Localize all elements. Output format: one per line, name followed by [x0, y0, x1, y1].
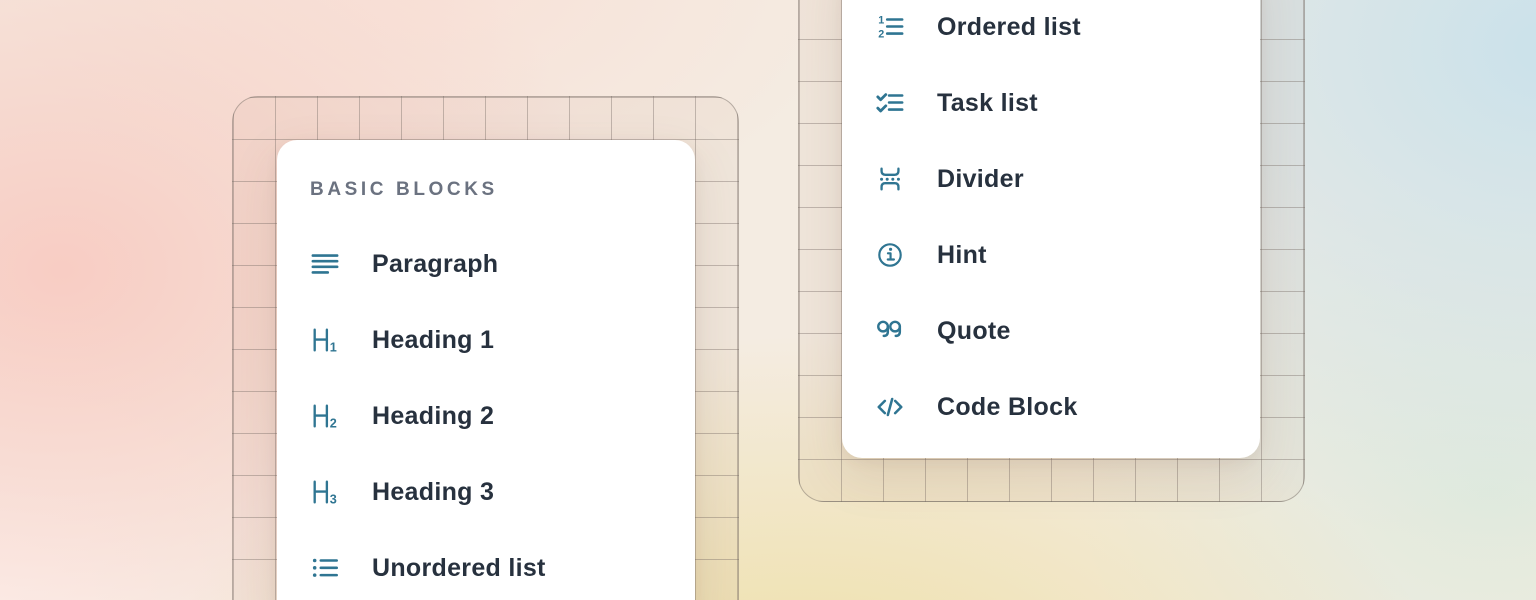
heading-1-icon: 1 — [310, 325, 340, 355]
unordered-list-icon — [310, 553, 340, 583]
menu-item-label: Divider — [937, 165, 1024, 194]
paragraph-icon — [310, 249, 340, 279]
menu-item-label: Task list — [937, 89, 1038, 118]
hint-icon — [875, 240, 905, 270]
menu-item-hint[interactable]: Hint — [875, 217, 1227, 293]
menu-item-label: Paragraph — [372, 250, 498, 279]
menu-item-label: Heading 2 — [372, 402, 494, 431]
heading-3-icon: 3 — [310, 477, 340, 507]
basic-blocks-item-list: Paragraph 1 Heading 1 2 Heading 2 3 Heading 3 U… — [310, 226, 662, 600]
menu-item-label: Ordered list — [937, 13, 1081, 42]
menu-item-task-list[interactable]: Task list — [875, 65, 1227, 141]
menu-item-heading-3[interactable]: 3 Heading 3 — [310, 454, 662, 530]
menu-item-label: Hint — [937, 241, 987, 270]
menu-item-unordered-list[interactable]: Unordered list — [310, 530, 662, 600]
menu-item-label: Quote — [937, 317, 1011, 346]
background: BASIC BLOCKS Paragraph 1 Heading 1 2 Heading… — [0, 0, 1536, 600]
ordered-list-icon: 12 — [875, 12, 905, 42]
menu-item-paragraph[interactable]: Paragraph — [310, 226, 662, 302]
basic-blocks-card: BASIC BLOCKS Paragraph 1 Heading 1 2 Heading… — [277, 140, 695, 600]
divider-icon — [875, 164, 905, 194]
svg-text:3: 3 — [330, 492, 337, 506]
svg-text:2: 2 — [330, 416, 337, 430]
menu-item-label: Code Block — [937, 393, 1078, 422]
blocks-menu-item-list: 12Ordered listTask listDividerHintQuoteC… — [875, 0, 1227, 445]
code-block-icon — [875, 392, 905, 422]
menu-item-label: Heading 1 — [372, 326, 494, 355]
basic-blocks-header: BASIC BLOCKS — [310, 177, 662, 203]
menu-item-quote[interactable]: Quote — [875, 293, 1227, 369]
menu-item-heading-1[interactable]: 1 Heading 1 — [310, 302, 662, 378]
menu-item-label: Unordered list — [372, 554, 546, 583]
menu-item-ordered-list[interactable]: 12Ordered list — [875, 0, 1227, 65]
blocks-menu-card: 12Ordered listTask listDividerHintQuoteC… — [842, 0, 1260, 458]
svg-text:2: 2 — [878, 28, 884, 40]
menu-item-label: Heading 3 — [372, 478, 494, 507]
svg-text:1: 1 — [878, 14, 884, 26]
heading-2-icon: 2 — [310, 401, 340, 431]
menu-item-code-block[interactable]: Code Block — [875, 369, 1227, 445]
menu-item-divider[interactable]: Divider — [875, 141, 1227, 217]
task-list-icon — [875, 88, 905, 118]
quote-icon — [875, 316, 905, 346]
svg-text:1: 1 — [330, 340, 337, 354]
menu-item-heading-2[interactable]: 2 Heading 2 — [310, 378, 662, 454]
